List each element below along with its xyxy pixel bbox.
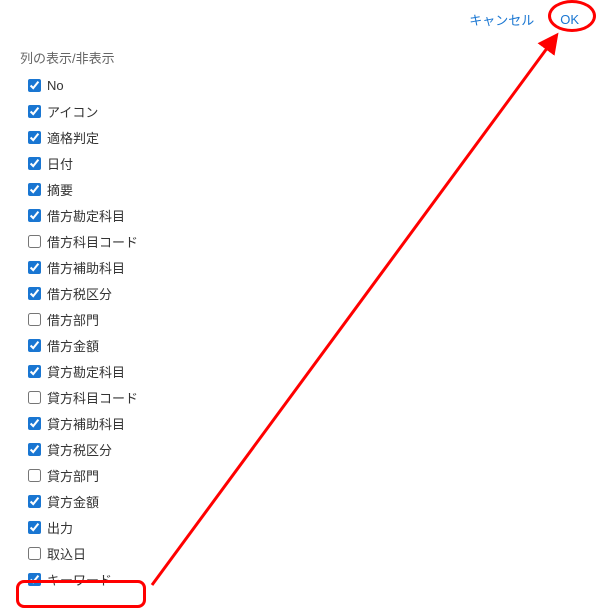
column-label[interactable]: 借方税区分 (47, 284, 112, 303)
column-item: 借方科目コード (28, 228, 138, 254)
dialog-actions: キャンセル OK (465, 8, 583, 31)
column-item: 適格判定 (28, 124, 138, 150)
column-item: キーワード (28, 566, 138, 592)
column-item: 借方部門 (28, 306, 138, 332)
column-checkbox[interactable] (28, 287, 41, 300)
column-label[interactable]: 借方部門 (47, 310, 99, 329)
column-label[interactable]: 貸方部門 (47, 466, 99, 485)
column-checkbox[interactable] (28, 209, 41, 222)
column-checkbox[interactable] (28, 131, 41, 144)
column-checkbox[interactable] (28, 417, 41, 430)
column-label[interactable]: 借方補助科目 (47, 258, 125, 277)
column-label[interactable]: 適格判定 (47, 128, 99, 147)
column-checkbox[interactable] (28, 157, 41, 170)
column-item: 日付 (28, 150, 138, 176)
column-visibility-list: No アイコン適格判定日付摘要借方勘定科目借方科目コード借方補助科目借方税区分借方… (28, 72, 138, 592)
column-checkbox[interactable] (28, 573, 41, 586)
column-label[interactable]: 借方金額 (47, 336, 99, 355)
column-label[interactable]: 借方科目コード (47, 232, 138, 251)
column-checkbox[interactable] (28, 105, 41, 118)
column-checkbox[interactable] (28, 313, 41, 326)
column-checkbox[interactable] (28, 183, 41, 196)
column-checkbox[interactable] (28, 365, 41, 378)
column-item: 出力 (28, 514, 138, 540)
column-label[interactable]: 貸方金額 (47, 492, 99, 511)
column-label[interactable]: 日付 (47, 154, 73, 173)
column-label[interactable]: 摘要 (47, 180, 73, 199)
column-checkbox[interactable] (28, 495, 41, 508)
column-checkbox[interactable] (28, 469, 41, 482)
column-checkbox[interactable] (28, 391, 41, 404)
column-checkbox[interactable] (28, 79, 41, 92)
column-item: 借方金額 (28, 332, 138, 358)
column-checkbox[interactable] (28, 443, 41, 456)
column-label[interactable]: 貸方補助科目 (47, 414, 125, 433)
column-item: アイコン (28, 98, 138, 124)
column-item: 貸方税区分 (28, 436, 138, 462)
column-item: No (28, 72, 138, 98)
column-label[interactable]: 出力 (47, 518, 73, 537)
column-item: 貸方金額 (28, 488, 138, 514)
column-label[interactable]: アイコン (47, 102, 98, 121)
column-label[interactable]: No (47, 78, 64, 93)
column-checkbox[interactable] (28, 261, 41, 274)
column-label[interactable]: 貸方税区分 (47, 440, 112, 459)
column-checkbox[interactable] (28, 521, 41, 534)
column-item: 摘要 (28, 176, 138, 202)
column-label[interactable]: 借方勘定科目 (47, 206, 125, 225)
ok-button[interactable]: OK (556, 10, 583, 29)
column-label[interactable]: 貸方科目コード (47, 388, 138, 407)
column-item: 貸方科目コード (28, 384, 138, 410)
cancel-button[interactable]: キャンセル (465, 8, 538, 31)
column-label[interactable]: キーワード (47, 570, 112, 589)
column-item: 貸方部門 (28, 462, 138, 488)
column-item: 貸方勘定科目 (28, 358, 138, 384)
column-item: 借方勘定科目 (28, 202, 138, 228)
column-item: 貸方補助科目 (28, 410, 138, 436)
column-label[interactable]: 貸方勘定科目 (47, 362, 125, 381)
column-checkbox[interactable] (28, 339, 41, 352)
column-label[interactable]: 取込日 (47, 544, 86, 563)
column-checkbox[interactable] (28, 235, 41, 248)
column-checkbox[interactable] (28, 547, 41, 560)
column-item: 取込日 (28, 540, 138, 566)
column-item: 借方補助科目 (28, 254, 138, 280)
column-item: 借方税区分 (28, 280, 138, 306)
section-title: 列の表示/非表示 (20, 48, 115, 67)
